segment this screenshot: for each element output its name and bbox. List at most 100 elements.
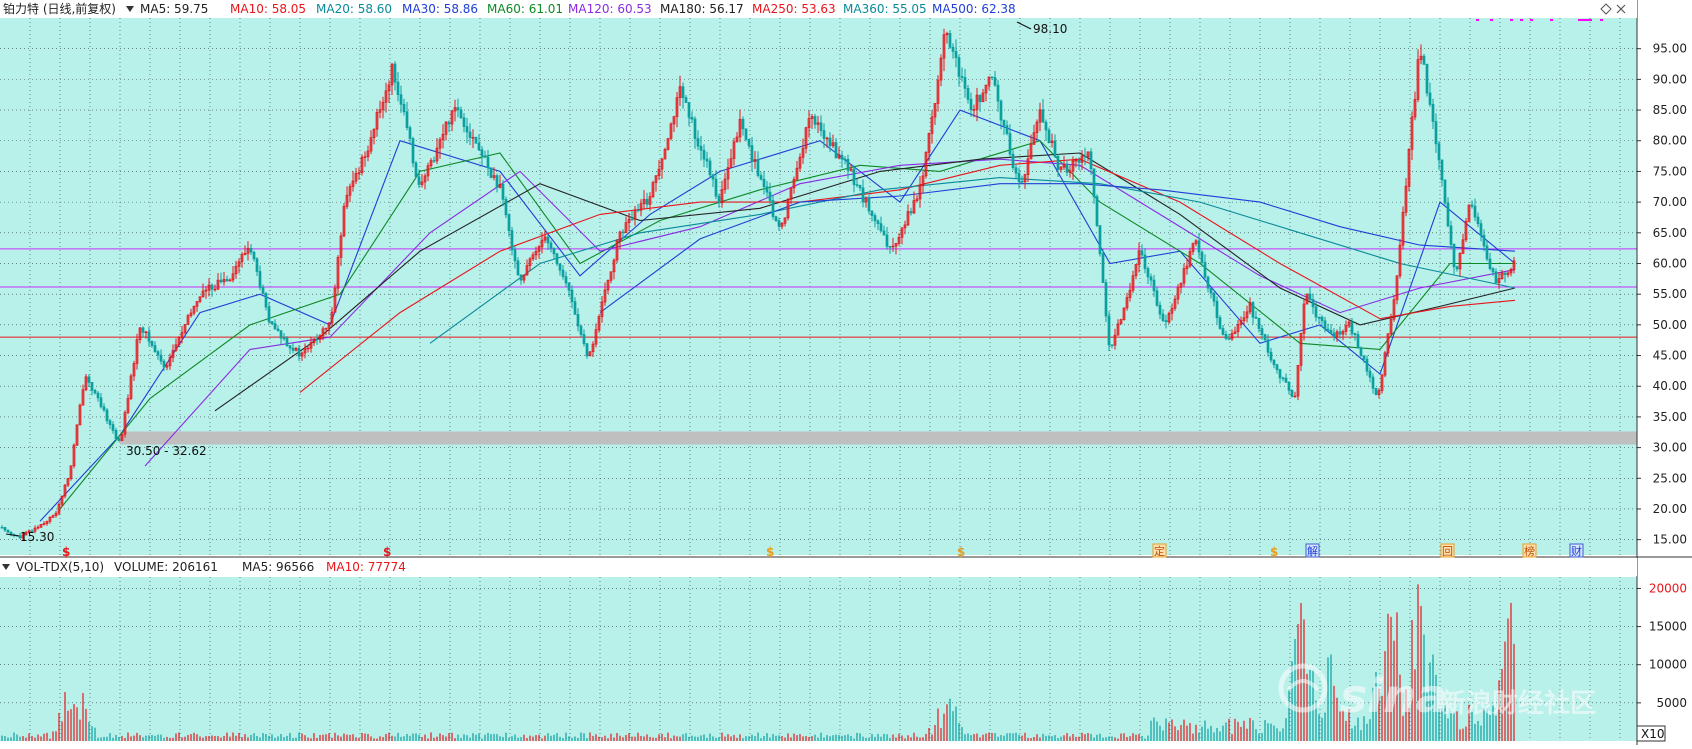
event-marker-dividend[interactable]: $ [957, 545, 965, 559]
candle-body [1329, 330, 1333, 334]
candle-body [483, 155, 487, 158]
candle-body [486, 156, 490, 169]
candle-body [756, 159, 760, 176]
candle-body [1278, 369, 1282, 379]
candle-body [261, 287, 265, 294]
candle-body [1428, 92, 1432, 105]
candle-body [759, 175, 763, 180]
candle-body [117, 438, 121, 441]
candle-body [1440, 159, 1444, 181]
candle-body [873, 215, 877, 222]
candle-body [582, 334, 586, 344]
candle-body [1338, 331, 1342, 335]
candle-body [1353, 333, 1357, 335]
candle-body [147, 331, 151, 342]
price-tick-label: 80.00 [1653, 134, 1687, 148]
candle-body [684, 97, 688, 103]
candle-body [1443, 179, 1447, 204]
candle-body [861, 187, 865, 203]
candle-body [1320, 316, 1324, 322]
candle-body [90, 382, 94, 391]
candle-body [1503, 272, 1507, 275]
candle-body [1422, 55, 1426, 65]
candle-body [1224, 334, 1228, 339]
candle-body [1152, 279, 1156, 292]
candle-body [501, 184, 505, 200]
candle-body [96, 392, 100, 399]
candle-body [681, 86, 685, 98]
event-marker-buyback[interactable]: 回 [1442, 545, 1453, 558]
price-tick-label: 25.00 [1653, 471, 1687, 485]
volume-tick-label: 5000 [1656, 696, 1687, 710]
candle-body [1311, 299, 1315, 308]
sina-logo-subtext: 新浪财经社区 [1440, 688, 1596, 719]
candle-body [402, 103, 406, 113]
event-marker-financial[interactable]: 财 [1571, 544, 1582, 558]
candle-body [258, 271, 262, 288]
candle-body [480, 149, 484, 157]
candle-body [882, 230, 886, 236]
candle-body [507, 214, 511, 231]
candle-body [813, 116, 817, 125]
candle-body [1206, 276, 1210, 289]
candle-body [408, 127, 412, 140]
candle-body [555, 253, 559, 265]
price-tick-label: 55.00 [1653, 287, 1687, 301]
price-tick-label: 50.00 [1653, 318, 1687, 332]
candle-body [99, 397, 103, 408]
ma30-label: MA30: 58.86 [402, 2, 478, 16]
candle-body [546, 236, 550, 244]
price-tick-label: 85.00 [1653, 103, 1687, 117]
candle-body [585, 343, 589, 357]
candle-body [93, 389, 97, 394]
candle-body [1158, 304, 1162, 315]
price-tick-label: 90.00 [1653, 72, 1687, 86]
candle-body [465, 126, 469, 133]
candle-body [888, 245, 892, 248]
event-marker-dividend[interactable]: $ [62, 545, 70, 559]
candle-body [108, 420, 112, 425]
event-marker-dragon-tiger[interactable]: 榜 [1524, 544, 1535, 558]
event-marker-placement[interactable]: 定 [1154, 544, 1165, 558]
candle-body [276, 328, 280, 331]
event-marker-dividend[interactable]: $ [766, 545, 774, 559]
candle-body [741, 118, 745, 130]
low-annotation: 15.30 [20, 530, 54, 544]
candle-body [645, 198, 649, 205]
high-annotation: 98.10 [1033, 22, 1067, 36]
candle-body [1155, 290, 1159, 306]
candle-body [1227, 338, 1231, 340]
candle-body [552, 247, 556, 255]
candle-body [1005, 125, 1009, 134]
candle-body [432, 160, 436, 162]
event-marker-dividend[interactable]: $ [1270, 545, 1278, 559]
candle-body [270, 321, 274, 324]
candle-body [561, 269, 565, 277]
candle-body [1446, 202, 1450, 227]
vol-ma5-label: MA5: 96566 [242, 560, 314, 574]
candle-body [996, 84, 1000, 102]
candle-body [687, 102, 691, 118]
candle-body [1371, 376, 1375, 389]
candle-body [834, 142, 838, 159]
candle-body [693, 118, 697, 139]
candle-body [1146, 268, 1150, 278]
candle-body [699, 145, 703, 151]
candle-body [999, 100, 1003, 121]
candle-body [417, 176, 421, 185]
candle-body [570, 289, 574, 302]
volume-tick-label: 20000 [1649, 581, 1687, 595]
candle-body [1065, 163, 1069, 173]
candle-body [1140, 250, 1144, 256]
candle-body [747, 139, 751, 146]
candle-body [1431, 104, 1435, 122]
candle-body [1104, 282, 1108, 317]
event-marker-unlock[interactable]: 解 [1307, 544, 1318, 558]
price-tick-label: 30.00 [1653, 441, 1687, 455]
band-annotation: 30.50 - 32.62 [126, 444, 207, 458]
candle-body [1056, 156, 1060, 170]
candle-body [252, 251, 256, 260]
candle-body [636, 209, 640, 212]
event-marker-dividend[interactable]: $ [383, 545, 391, 559]
candle-body [768, 191, 772, 201]
